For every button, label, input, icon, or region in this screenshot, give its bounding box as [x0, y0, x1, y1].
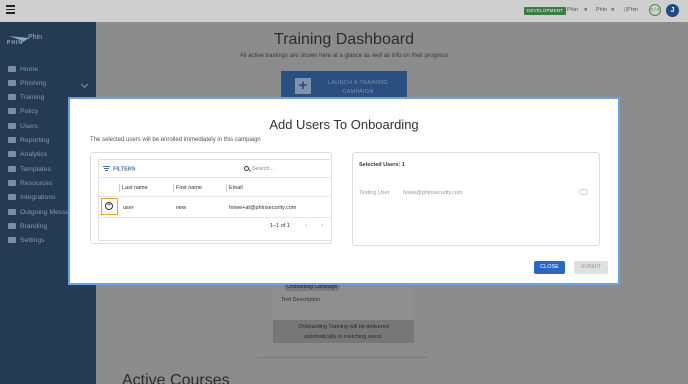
chevron-right-icon[interactable]: › — [321, 222, 323, 229]
add-users-modal: Add Users To Onboarding The selected use… — [68, 97, 620, 285]
branding-icon — [8, 222, 16, 229]
cell-last-name: user — [123, 205, 134, 211]
close-button[interactable]: CLOSE — [534, 261, 565, 274]
selected-user-email: howe@phinsecurity.com — [403, 190, 463, 196]
status-circle[interactable]: 0 / 0 — [649, 4, 661, 16]
resources-icon — [8, 179, 16, 186]
reporting-icon — [8, 136, 16, 143]
home-icon — [8, 65, 16, 72]
column-header-first-name[interactable]: First name — [173, 184, 202, 192]
top-item-1[interactable]: Phin — [567, 6, 578, 15]
add-circle-icon: + — [105, 202, 113, 210]
selected-user-name: Testing User — [359, 190, 390, 196]
users-icon — [8, 122, 16, 129]
chevron-left-icon[interactable]: ‹ — [305, 222, 307, 229]
campaign-description: Test Description — [281, 297, 321, 303]
cell-email: howe+at@phinsecurity.com — [229, 205, 297, 211]
pagination-label: 1–1 of 1 — [270, 223, 290, 229]
submit-button[interactable]: SUBMIT — [574, 261, 608, 274]
campaign-footer-line1: Onboarding Training will be delivered — [298, 324, 389, 330]
top-item-3[interactable]: ▯Phin — [624, 6, 638, 15]
top-bar: DEVELOPMENT Phin « Phin « ▯Phin 0 / 0 J — [0, 0, 688, 22]
outgoing-icon — [8, 208, 16, 215]
search-placeholder: Search... — [252, 166, 275, 172]
filter-icon — [103, 166, 110, 171]
top-item-2[interactable]: Phin — [596, 6, 607, 15]
top-item-3-label: Phin — [627, 7, 639, 13]
campaign-footer-line2: automatically to matching users. — [304, 333, 383, 340]
analytics-icon — [8, 150, 16, 157]
page-subtitle: All active trainings are shown here at a… — [239, 53, 449, 59]
filters-button[interactable]: FILTERS — [103, 166, 136, 173]
integrations-icon — [8, 193, 16, 200]
menu-icon[interactable] — [6, 5, 15, 14]
sidebar-item-home[interactable]: Home — [8, 65, 96, 75]
divider — [99, 177, 331, 178]
logo-subtext: PHIN — [7, 40, 23, 46]
user-table: FILTERS Search... Last name First name E… — [98, 159, 332, 241]
user-table-panel: FILTERS Search... Last name First name E… — [90, 152, 332, 244]
page-title: Training Dashboard — [274, 31, 414, 48]
column-header-last-name[interactable]: Last name — [119, 184, 148, 192]
plus-icon: + — [295, 78, 311, 94]
collapse-icon[interactable]: « — [584, 6, 587, 15]
column-header-email[interactable]: Email — [226, 184, 243, 192]
add-user-button[interactable]: + — [101, 198, 118, 215]
search-icon — [244, 165, 249, 171]
campaign-footer: Onboarding Training will be delivered au… — [273, 320, 414, 343]
phishing-icon — [8, 79, 16, 86]
active-courses-heading: Active Courses — [122, 372, 230, 384]
launch-label-line1: LAUNCH A TRAINING — [327, 80, 388, 86]
cell-first-name: new — [176, 205, 187, 211]
campaign-card[interactable]: Onboarding Campaign Test Description Onb… — [273, 283, 414, 343]
remove-user-icon[interactable] — [579, 189, 588, 195]
launch-label-line2: CAMPAIGN — [342, 89, 374, 95]
search-input[interactable]: Search... — [244, 164, 329, 174]
environment-badge: DEVELOPMENT — [524, 7, 567, 15]
policy-icon — [8, 107, 16, 114]
avatar[interactable]: J — [666, 4, 679, 17]
divider — [99, 217, 331, 218]
settings-icon — [8, 236, 16, 243]
templates-icon — [8, 165, 16, 172]
modal-title: Add Users To Onboarding — [269, 117, 419, 132]
selected-users-title: Selected Users: 1 — [359, 162, 405, 168]
filters-label: FILTERS — [113, 166, 136, 173]
selected-users-panel: Selected Users: 1 Testing User howe@phin… — [352, 152, 600, 246]
logo-text: Phin — [28, 34, 43, 41]
training-icon — [8, 93, 16, 100]
divider — [99, 196, 331, 197]
divider — [258, 357, 428, 358]
collapse-icon[interactable]: « — [611, 6, 614, 15]
modal-subtitle: The selected users will be enrolled imme… — [90, 137, 261, 143]
